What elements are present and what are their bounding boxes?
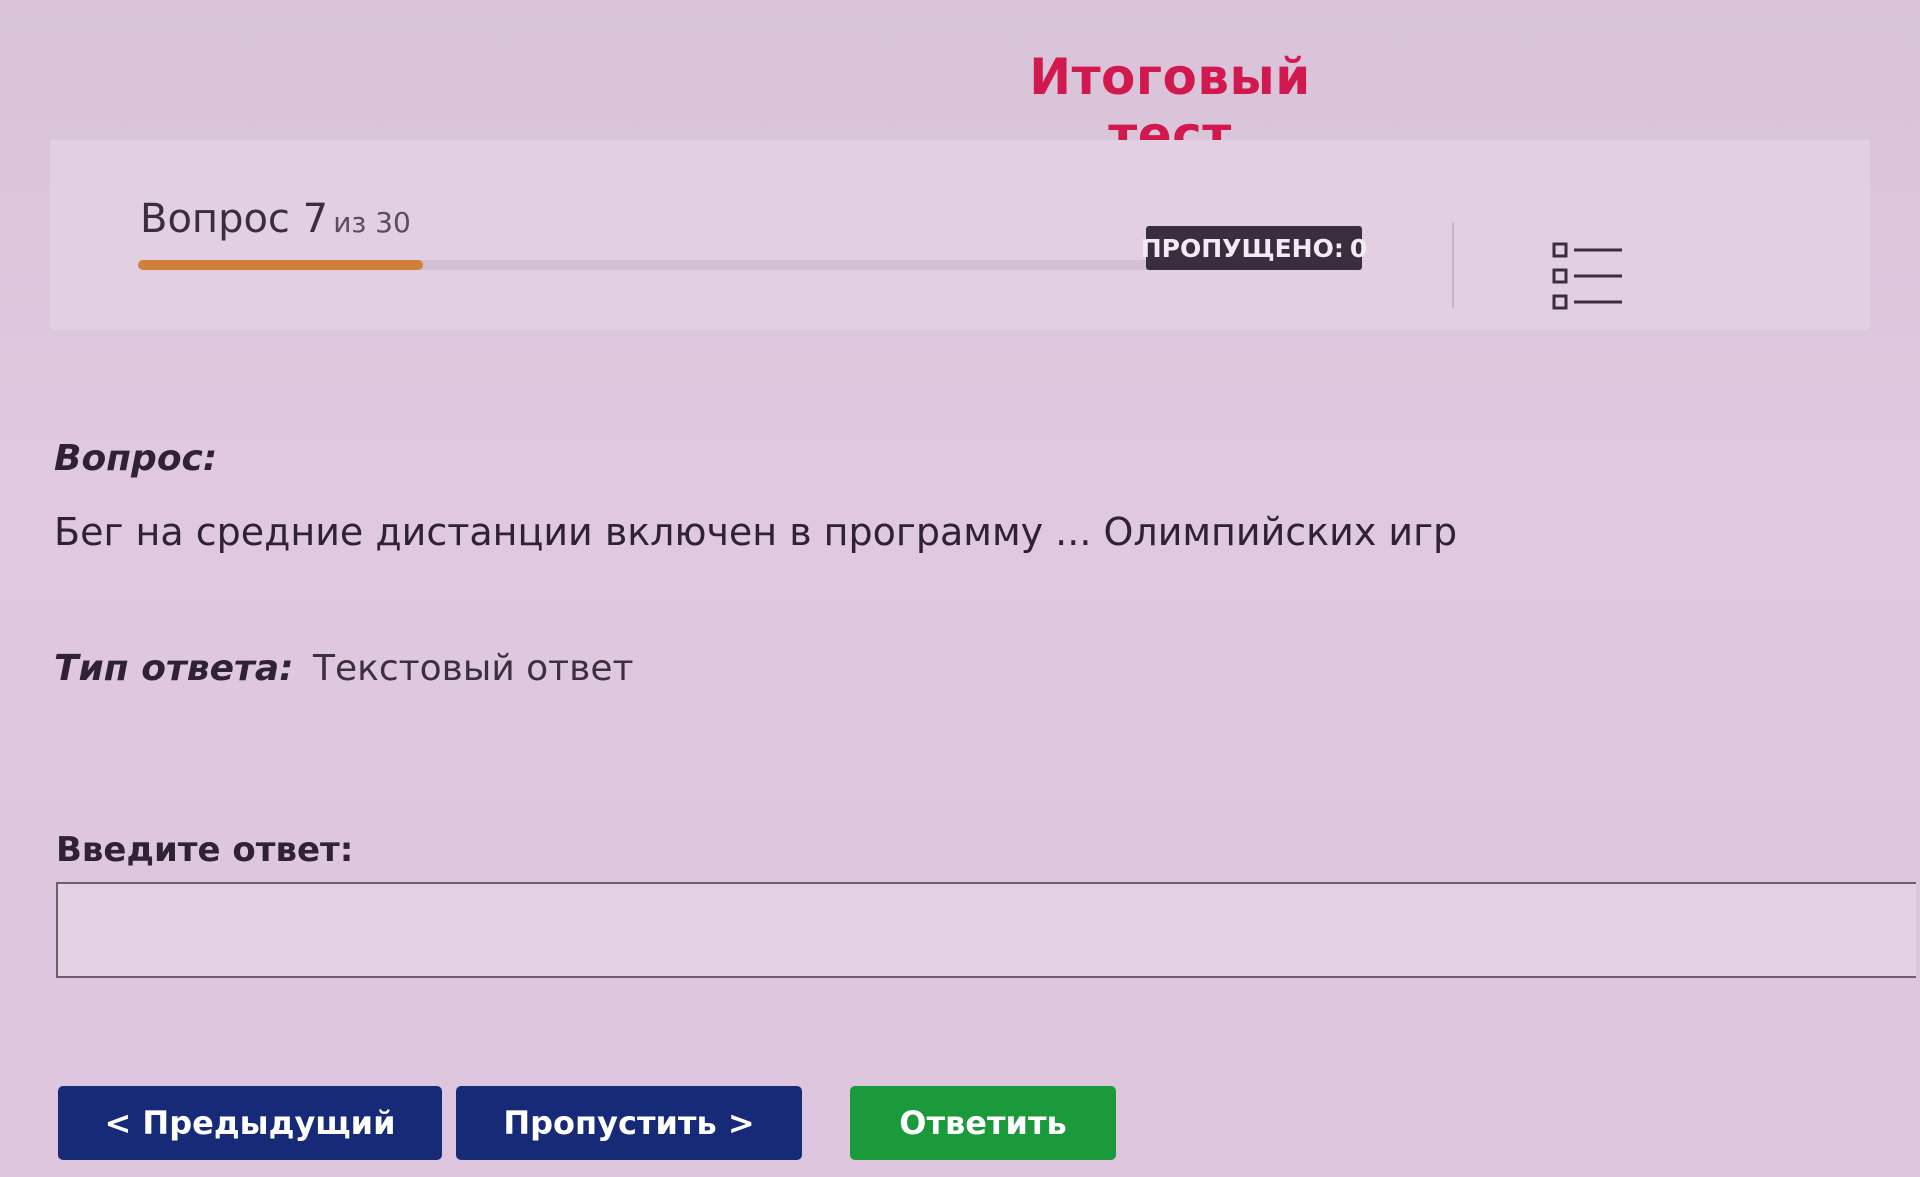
progress-bar-fill (138, 260, 424, 270)
question-total: из 30 (333, 206, 411, 239)
skip-button[interactable]: Пропустить > (456, 1086, 802, 1160)
question-list-button[interactable] (1552, 238, 1624, 314)
list-icon (1552, 242, 1622, 310)
test-page: Итоговый тест Вопрос 7 из 30 ПРОПУЩЕНО: … (0, 0, 1920, 1177)
question-number: Вопрос 7 (140, 196, 329, 242)
question-counter: Вопрос 7 из 30 (140, 196, 411, 242)
skipped-label: ПРОПУЩЕНО: (1140, 233, 1344, 263)
answer-input[interactable] (56, 882, 1916, 978)
answer-type-label: Тип ответа: (54, 648, 294, 689)
skipped-badge: ПРОПУЩЕНО: 0 (1141, 226, 1367, 270)
question-text: Бег на средние дистанции включен в прогр… (54, 510, 1458, 554)
question-heading: Вопрос: (54, 438, 218, 479)
skipped-count: 0 (1349, 233, 1368, 263)
answer-type-value: Текстовый ответ (313, 648, 634, 689)
header-divider (1452, 222, 1454, 308)
submit-answer-button[interactable]: Ответить (850, 1086, 1116, 1160)
answer-input-label: Введите ответ: (56, 830, 354, 870)
previous-button[interactable]: < Предыдущий (58, 1086, 442, 1160)
answer-type: Тип ответа: Текстовый ответ (54, 648, 633, 689)
